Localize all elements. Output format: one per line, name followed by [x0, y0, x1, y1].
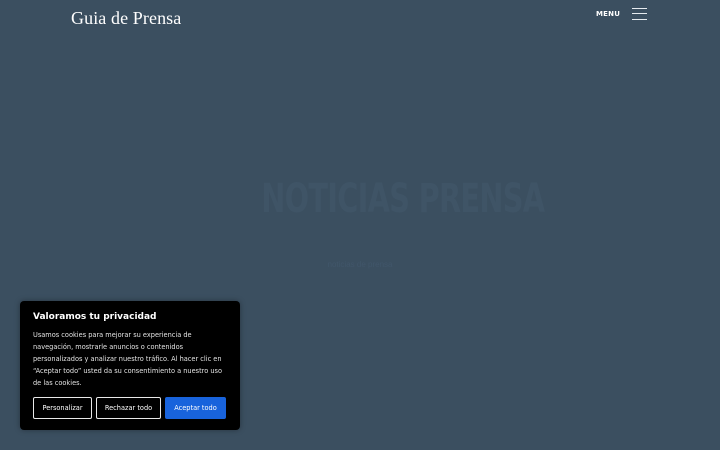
cookie-banner-text: Usamos cookies para mejorar su experienc…: [33, 331, 222, 387]
reject-all-button[interactable]: Rechazar todo: [96, 397, 161, 419]
cookie-button-group: Personalizar Rechazar todo Aceptar todo: [33, 397, 226, 419]
cookie-banner-title: Valoramos tu privacidad: [33, 312, 157, 322]
hamburger-icon[interactable]: [632, 8, 648, 20]
cookie-consent-banner: Valoramos tu privacidad Usamos cookies p…: [20, 301, 240, 430]
hero-subtitle: noticias de prensa: [327, 260, 393, 269]
menu-label[interactable]: MENU: [596, 10, 620, 18]
site-title[interactable]: Guia de Prensa: [71, 8, 181, 29]
site-header: Guia de Prensa MENU: [0, 0, 720, 40]
page: Guia de Prensa MENU NOTICIAS PRENSA noti…: [0, 0, 720, 450]
menu-toggle-button[interactable]: MENU: [596, 8, 648, 20]
hero-title: NOTICIAS PRENSA: [261, 176, 545, 222]
accept-all-button[interactable]: Aceptar todo: [165, 397, 226, 419]
customize-button[interactable]: Personalizar: [33, 397, 92, 419]
